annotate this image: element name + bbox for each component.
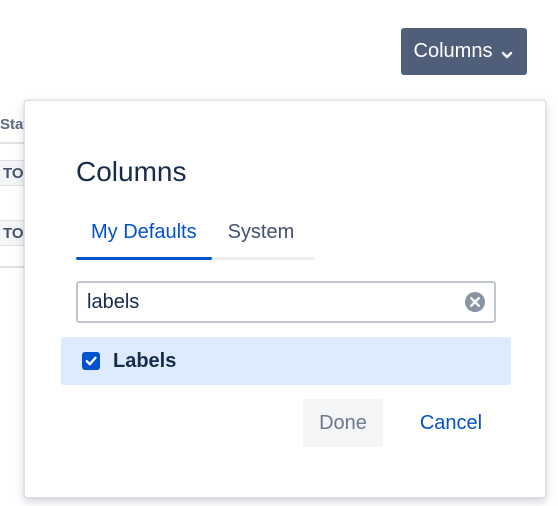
columns-button-label: Columns (413, 40, 493, 62)
checkbox-checked-icon[interactable] (82, 352, 100, 370)
tab-list: My Defaults System (76, 217, 314, 260)
chevron-down-icon (500, 45, 514, 59)
option-label: Labels (113, 349, 177, 372)
search-field (76, 281, 496, 323)
columns-button[interactable]: Columns (401, 28, 527, 75)
cancel-button[interactable]: Cancel (403, 399, 499, 447)
tab-system[interactable]: System (212, 217, 310, 257)
dialog-title: Columns (76, 156, 187, 187)
done-button[interactable]: Done (303, 399, 383, 447)
search-input[interactable] (87, 283, 457, 321)
page: Stat TO TO Columns Columns My Defaults S… (0, 0, 558, 506)
option-labels[interactable]: Labels (61, 337, 511, 385)
tab-my-defaults[interactable]: My Defaults (76, 217, 212, 260)
clear-icon[interactable] (464, 291, 486, 313)
columns-dialog: Columns My Defaults System Labels Done (24, 100, 546, 498)
